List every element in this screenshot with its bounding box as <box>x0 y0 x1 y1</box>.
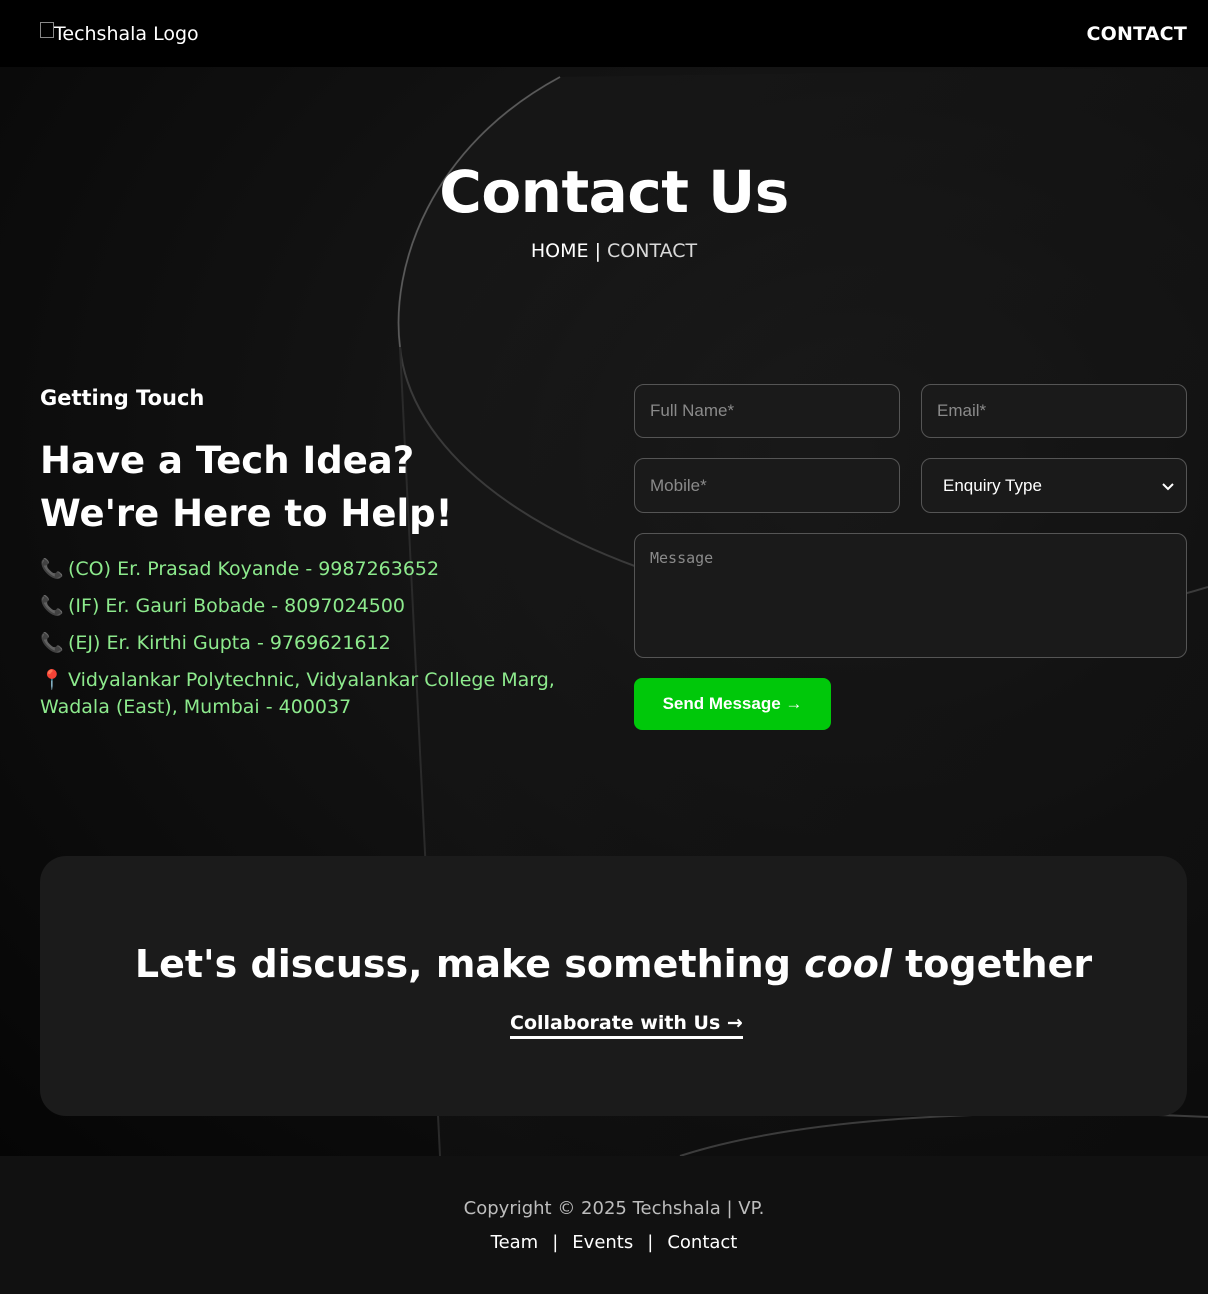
footer-link-contact[interactable]: Contact <box>667 1232 737 1253</box>
footer-divider: | <box>552 1232 559 1253</box>
techshala-logo[interactable]: Techshala Logo <box>40 21 199 45</box>
broken-image-icon <box>40 21 54 38</box>
contact-list: 📞 (CO) Er. Prasad Koyande - 9987263652 📞(… <box>40 556 610 721</box>
enquiry-type-select[interactable]: Enquiry Type <box>921 458 1187 513</box>
breadcrumb-separator: | <box>594 240 601 262</box>
enquiry-type-value: Enquiry Type <box>943 475 1042 495</box>
send-message-button[interactable]: Send Message → <box>634 678 831 730</box>
list-item[interactable]: 📞 (EJ) Er. Kirthi Gupta - 9769621612 <box>40 630 610 657</box>
full-name-input[interactable] <box>634 384 900 438</box>
site-footer: Copyright © 2025 Techshala | VP. Team | Ev… <box>0 1156 1208 1294</box>
footer-links: Team | Events | Contact <box>0 1232 1208 1253</box>
list-item: 📍 Vidyalankar Polytechnic, Vidyalankar Co… <box>40 667 610 721</box>
phone-icon: 📞 <box>40 632 64 654</box>
message-textarea[interactable] <box>634 533 1187 658</box>
address-text: Vidyalankar Polytechnic, Vidyalankar Col… <box>40 669 555 718</box>
cta-card: Let's discuss, make something cool toget… <box>40 856 1187 1116</box>
section-headline: Have a Tech Idea? We're Here to Help! <box>40 434 610 540</box>
breadcrumb-current: CONTACT <box>607 240 698 262</box>
section-eyebrow: Getting Touch <box>40 386 205 410</box>
nav-contact-link[interactable]: CONTACT <box>1087 23 1188 45</box>
contact-info: Getting Touch Have a Tech Idea? We're He… <box>40 386 610 731</box>
logo-alt-text: Techshala Logo <box>54 22 199 45</box>
breadcrumb-home-link[interactable]: HOME <box>531 240 589 262</box>
footer-link-events[interactable]: Events <box>572 1232 633 1253</box>
headline-line-1: Have a Tech Idea? <box>40 439 415 482</box>
footer-link-team[interactable]: Team <box>491 1232 539 1253</box>
headline-line-2: We're Here to Help! <box>40 492 453 535</box>
page-title: Contact Us <box>439 158 789 226</box>
pin-icon: 📍 <box>40 669 64 691</box>
copyright-text: Copyright © 2025 Techshala | VP. <box>463 1198 765 1219</box>
email-input[interactable] <box>921 384 1187 438</box>
contact-text: (IF) Er. Gauri Bobade - 8097024500 <box>68 595 406 617</box>
contact-text: (EJ) Er. Kirthi Gupta - 9769621612 <box>68 632 391 654</box>
site-header: Techshala Logo CONTACT <box>0 0 1208 67</box>
cta-title-before: Let's discuss, make something <box>134 942 805 986</box>
chevron-down-icon <box>1162 478 1174 494</box>
footer-divider: | <box>647 1232 654 1253</box>
breadcrumb: HOME | CONTACT <box>0 240 1208 262</box>
mobile-input[interactable] <box>634 458 900 513</box>
cta-title-emphasis: cool <box>804 942 892 986</box>
phone-icon: 📞 <box>40 558 64 580</box>
contact-text: (CO) Er. Prasad Koyande - 9987263652 <box>68 558 440 580</box>
cta-title-after: together <box>891 942 1093 986</box>
list-item[interactable]: 📞 (IF) Er. Gauri Bobade - 8097024500 <box>40 593 610 620</box>
collaborate-link[interactable]: Collaborate with Us → <box>510 1012 743 1039</box>
cta-title: Let's discuss, make something cool toget… <box>40 942 1187 986</box>
phone-icon: 📞 <box>40 595 64 617</box>
list-item[interactable]: 📞 (CO) Er. Prasad Koyande - 9987263652 <box>40 556 610 583</box>
